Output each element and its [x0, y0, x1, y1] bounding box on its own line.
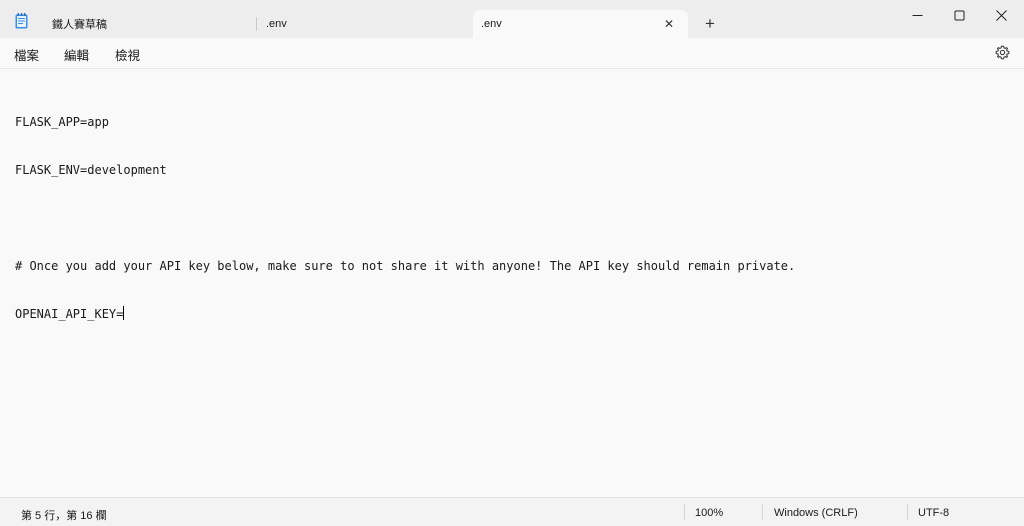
editor-line: FLASK_ENV=development	[15, 163, 167, 177]
maximize-button[interactable]	[936, 0, 982, 30]
tab-env-active[interactable]: .env ✕	[473, 10, 688, 38]
editor-line: # Once you add your API key below, make …	[15, 259, 796, 273]
text-editor[interactable]: FLASK_APP=app FLASK_ENV=development # On…	[0, 68, 1024, 497]
menu-edit[interactable]: 編輯	[64, 45, 89, 64]
minimize-icon	[912, 14, 922, 16]
editor-content: FLASK_APP=app FLASK_ENV=development # On…	[15, 82, 795, 354]
encoding[interactable]: UTF-8	[918, 507, 949, 519]
close-window-button[interactable]	[978, 0, 1024, 30]
menu-view[interactable]: 檢視	[115, 45, 140, 64]
new-tab-button[interactable]: +	[701, 14, 719, 33]
status-bar: 第 5 行，第 16 欄 100% Windows (CRLF) UTF-8	[0, 497, 1024, 526]
notepad-window: 鐵人賽草稿 .env .env ✕ + 檔案 編輯 檢視 FLASK_APP=a…	[0, 0, 1024, 526]
menu-file[interactable]: 檔案	[14, 45, 39, 64]
gear-icon[interactable]	[995, 45, 1010, 60]
tab-label: .env	[481, 18, 502, 30]
tab-strip: 鐵人賽草稿 .env .env ✕ +	[0, 0, 1024, 38]
line-ending[interactable]: Windows (CRLF)	[774, 507, 858, 519]
text-caret	[123, 306, 125, 320]
editor-line-text: OPENAI_API_KEY=	[15, 307, 124, 321]
editor-line-current: OPENAI_API_KEY=	[15, 306, 795, 322]
tab-label: .env	[266, 18, 287, 30]
zoom-level[interactable]: 100%	[695, 507, 723, 519]
minimize-button[interactable]	[894, 0, 940, 30]
cursor-position: 第 5 行，第 16 欄	[21, 510, 107, 522]
maximize-icon	[954, 10, 964, 20]
tab-draft[interactable]: 鐵人賽草稿	[40, 10, 256, 38]
tab-label: 鐵人賽草稿	[52, 19, 107, 31]
tab-env-1[interactable]: .env	[257, 10, 473, 38]
editor-line: FLASK_APP=app	[15, 115, 109, 129]
menu-bar: 檔案 編輯 檢視	[0, 38, 1024, 68]
close-icon	[995, 9, 1007, 21]
status-divider	[907, 504, 908, 520]
notepad-icon	[15, 13, 28, 29]
status-divider	[762, 504, 763, 520]
close-tab-icon[interactable]: ✕	[662, 17, 676, 31]
status-divider	[684, 504, 685, 520]
